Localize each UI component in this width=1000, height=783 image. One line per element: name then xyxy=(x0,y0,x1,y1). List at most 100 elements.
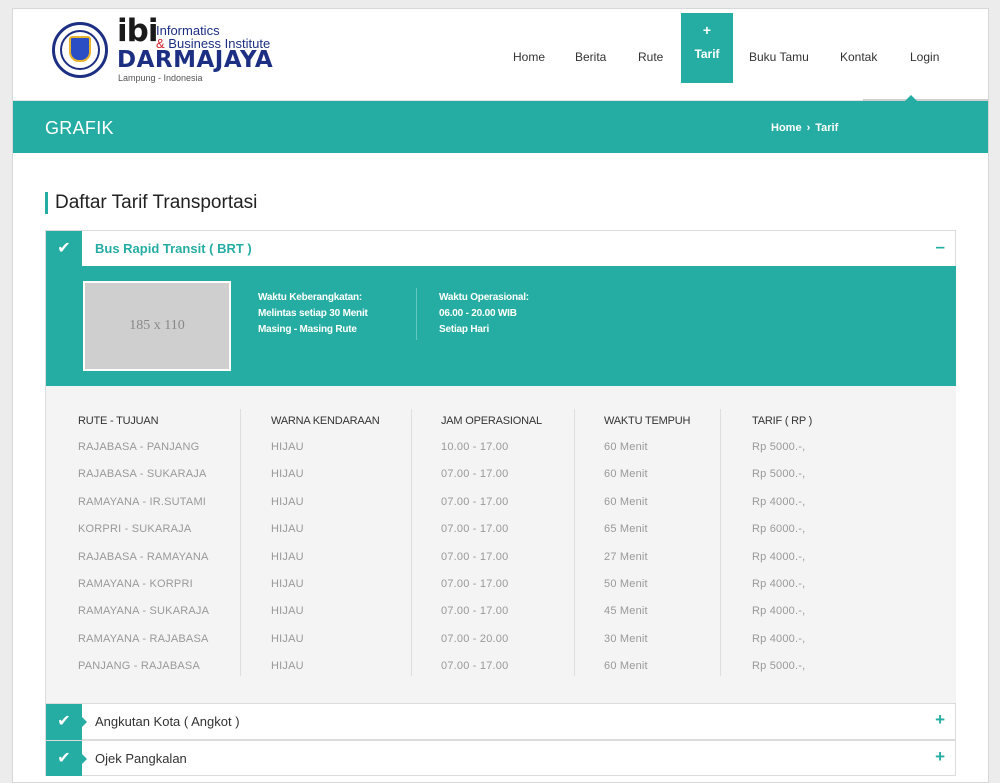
cell-tarif: Rp 5000.-, xyxy=(752,441,806,453)
image-placeholder: 185 x 110 xyxy=(83,281,231,371)
accordion-title-angkot: Angkutan Kota ( Angkot ) xyxy=(95,714,240,729)
cell-jam: 07.00 - 17.00 xyxy=(441,605,509,618)
operational-line-1: 06.00 - 20.00 WIB xyxy=(439,308,517,319)
nav-berita[interactable]: Berita xyxy=(575,50,606,64)
header-jam-operasional: JAM OPERASIONAL xyxy=(441,415,542,427)
accordion-header-ojek[interactable]: ✔ Ojek Pangkalan + xyxy=(46,741,955,776)
cell-waktu: 27 Menit xyxy=(604,550,648,563)
site-header: ibi Informatics & Business Institute DAR… xyxy=(13,9,988,102)
cell-waktu: 60 Menit xyxy=(604,660,648,673)
cell-rute: RAMAYANA - SUKARAJA xyxy=(78,605,210,618)
page-title: GRAFIK xyxy=(45,118,114,138)
cell-waktu: 50 Menit xyxy=(604,578,648,590)
accordion-ojek: ✔ Ojek Pangkalan + xyxy=(45,740,956,776)
operational-info: Waktu Operasional: 06.00 - 20.00 WIB Set… xyxy=(439,290,529,338)
departure-label: Waktu Keberangkatan: xyxy=(258,292,362,303)
cell-waktu: 45 Menit xyxy=(604,605,648,618)
operational-line-2: Setiap Hari xyxy=(439,324,490,335)
cell-jam: 07.00 - 17.00 xyxy=(441,578,509,590)
cell-jam: 07.00 - 17.00 xyxy=(441,523,509,536)
nav-kontak[interactable]: Kontak xyxy=(840,50,877,64)
cell-waktu: 60 Menit xyxy=(604,468,648,481)
nav-login[interactable]: Login xyxy=(910,50,939,64)
collapse-minus-icon[interactable]: – xyxy=(936,237,945,257)
cell-tarif: Rp 4000.-, xyxy=(752,495,806,508)
logo-name[interactable]: DARMAJAYA xyxy=(117,47,273,73)
cell-warna: HIJAU xyxy=(271,468,304,481)
seal-shield-icon xyxy=(69,36,91,62)
cell-rute: RAMAYANA - IR.SUTAMI xyxy=(78,495,207,508)
cell-warna: HIJAU xyxy=(271,632,304,645)
breadcrumb-home[interactable]: Home xyxy=(771,122,802,134)
column-divider xyxy=(720,409,721,676)
logo-ibi[interactable]: ibi xyxy=(117,13,158,49)
departure-info: Waktu Keberangkatan: Melintas setiap 30 … xyxy=(258,290,368,338)
accordion-title-ojek: Ojek Pangkalan xyxy=(95,751,187,766)
cell-warna: HIJAU xyxy=(271,578,304,590)
cell-rute: RAMAYANA - KORPRI xyxy=(78,578,193,590)
check-icon: ✔ xyxy=(46,704,87,740)
section-title: Daftar Tarif Transportasi xyxy=(45,192,257,214)
plus-icon: + xyxy=(702,22,712,38)
cell-warna: HIJAU xyxy=(271,605,304,618)
cell-tarif: Rp 4000.-, xyxy=(752,578,806,590)
cell-rute: RAJABASA - SUKARAJA xyxy=(78,468,207,481)
nav-rute[interactable]: Rute xyxy=(638,50,663,64)
check-icon: ✔ xyxy=(46,741,87,776)
breadcrumb: Home › Tarif xyxy=(771,122,838,134)
cell-jam: 10.00 - 17.00 xyxy=(441,441,509,453)
header-waktu-tempuh: WAKTU TEMPUH xyxy=(604,415,691,427)
cell-tarif: Rp 4000.-, xyxy=(752,632,806,645)
accordion-header-angkot[interactable]: ✔ Angkutan Kota ( Angkot ) + xyxy=(46,704,955,740)
accordion-title-brt: Bus Rapid Transit ( BRT ) xyxy=(95,241,252,256)
university-seal-logo[interactable] xyxy=(52,22,108,78)
page-title-band: GRAFIK Home › Tarif xyxy=(13,101,988,153)
expand-plus-icon[interactable]: + xyxy=(935,747,945,767)
cell-jam: 07.00 - 17.00 xyxy=(441,468,509,481)
expand-plus-icon[interactable]: + xyxy=(935,710,945,730)
cell-rute: PANJANG - RAJABASA xyxy=(78,660,200,673)
accordion-header-brt[interactable]: ✔ Bus Rapid Transit ( BRT ) – xyxy=(46,231,955,266)
check-icon: ✔ xyxy=(46,231,82,266)
breadcrumb-current: Tarif xyxy=(815,122,839,134)
cell-warna: HIJAU xyxy=(271,523,304,536)
departure-line-2: Masing - Masing Rute xyxy=(258,324,357,335)
cell-tarif: Rp 6000.-, xyxy=(752,523,806,536)
logo-ibi-text: ibi xyxy=(117,13,158,49)
column-divider xyxy=(411,409,412,676)
cell-rute: RAJABASA - RAMAYANA xyxy=(78,550,209,563)
cell-tarif: Rp 4000.-, xyxy=(752,550,806,563)
brt-info-panel: 185 x 110 Waktu Keberangkatan: Melintas … xyxy=(46,266,956,386)
accordion-angkot: ✔ Angkutan Kota ( Angkot ) + xyxy=(45,703,956,740)
cell-waktu: 60 Menit xyxy=(604,441,648,453)
cell-jam: 07.00 - 20.00 xyxy=(441,632,509,645)
cell-jam: 07.00 - 17.00 xyxy=(441,550,509,563)
cell-warna: HIJAU xyxy=(271,550,304,563)
column-divider xyxy=(574,409,575,676)
cell-rute: RAMAYANA - RAJABASA xyxy=(78,632,209,645)
logo-location: Lampung - Indonesia xyxy=(118,73,203,83)
column-divider xyxy=(240,409,241,676)
nav-buku-tamu[interactable]: Buku Tamu xyxy=(749,50,809,64)
cell-tarif: Rp 5000.-, xyxy=(752,468,806,481)
departure-line-1: Melintas setiap 30 Menit xyxy=(258,308,368,319)
header-rute-tujuan: RUTE - TUJUAN xyxy=(78,415,159,427)
operational-label: Waktu Operasional: xyxy=(439,292,529,303)
cell-tarif: Rp 4000.-, xyxy=(752,605,806,618)
cell-waktu: 30 Menit xyxy=(604,632,648,645)
cell-warna: HIJAU xyxy=(271,660,304,673)
cell-rute: KORPRI - SUKARAJA xyxy=(78,523,192,536)
cell-warna: HIJAU xyxy=(271,441,304,453)
cell-tarif: Rp 5000.-, xyxy=(752,660,806,673)
header-warna-kendaraan: WARNA KENDARAAN xyxy=(271,415,380,427)
info-divider xyxy=(416,288,417,340)
cell-waktu: 65 Menit xyxy=(604,523,648,536)
cell-jam: 07.00 - 17.00 xyxy=(441,660,509,673)
chevron-right-icon: › xyxy=(806,122,811,134)
accordion-brt: ✔ Bus Rapid Transit ( BRT ) – 185 x 110 … xyxy=(45,230,956,703)
nav-tarif[interactable]: + Tarif xyxy=(681,13,733,83)
nav-home[interactable]: Home xyxy=(513,50,545,64)
nav-tarif-label: Tarif xyxy=(694,47,720,61)
cell-rute: RAJABASA - PANJANG xyxy=(78,441,200,453)
page: ibi Informatics & Business Institute DAR… xyxy=(12,8,989,783)
